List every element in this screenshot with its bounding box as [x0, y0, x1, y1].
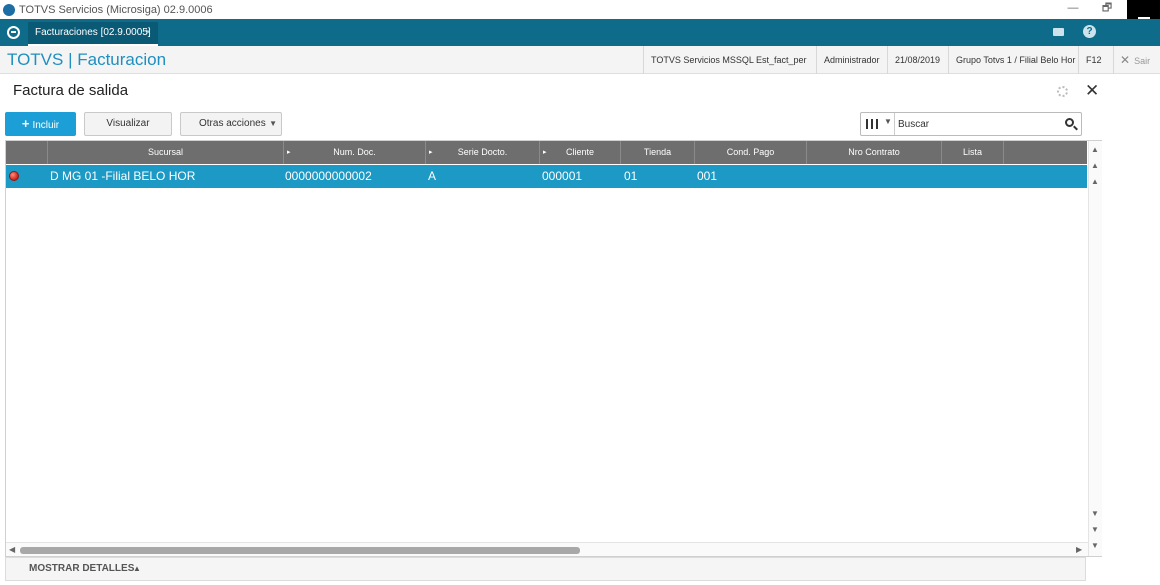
table-row[interactable]: D MG 01 -Filial BELO HOR 0000000000002 A…: [6, 165, 1087, 188]
column-label: Serie Docto.: [457, 147, 508, 157]
status-red-icon: [9, 171, 19, 181]
cell-tienda: 01: [624, 169, 638, 183]
column-header-tienda[interactable]: Tienda: [621, 141, 695, 164]
help-icon[interactable]: ?: [1083, 25, 1096, 38]
column-label: Sucursal: [147, 147, 183, 157]
plus-icon: +: [21, 116, 30, 131]
column-label: Cond. Pago: [726, 147, 775, 157]
cell-cond-pago: 001: [697, 169, 718, 183]
minimize-button[interactable]: —: [1060, 0, 1086, 19]
page-title: Factura de salida: [13, 82, 129, 99]
chevron-down-icon[interactable]: ▼: [884, 117, 892, 126]
more-actions-button[interactable]: Otras acciones ▼: [180, 112, 282, 136]
horizontal-scrollbar[interactable]: ◀ ▶: [6, 542, 1088, 556]
divider: [894, 113, 895, 135]
sort-icon: ▸: [543, 149, 547, 156]
home-icon[interactable]: [7, 26, 20, 39]
grid-header: Sucursal ▸ Num. Doc. ▸ Serie Docto. ▸ Clien…: [6, 141, 1087, 164]
more-actions-label: Otras acciones: [199, 118, 266, 129]
scroll-bottom-icon[interactable]: ▼: [1091, 541, 1099, 550]
window-title: TOTVS Servicios (Microsiga) 02.9.0006: [19, 3, 213, 16]
column-label: Nro Contrato: [848, 147, 900, 157]
scroll-down-icon[interactable]: ▼: [1091, 509, 1099, 518]
column-label: Tienda: [643, 147, 672, 157]
environment-info: TOTVS Servicios MSSQL Est_fact_per: [643, 46, 814, 74]
app-header: TOTVS | Facturacion TOTVS Servicios MSSQ…: [0, 46, 1160, 74]
window-titlebar: TOTVS Servicios (Microsiga) 02.9.0006 — …: [0, 0, 1160, 34]
gear-icon[interactable]: [1057, 86, 1068, 97]
column-header-status: [6, 141, 48, 164]
tab-label: Facturaciones [02.9.0005]: [35, 27, 151, 38]
show-details-button[interactable]: MOSTRAR DETALLES: [29, 558, 134, 580]
scroll-page-down-icon[interactable]: ▼: [1091, 525, 1099, 534]
column-header-cond-pago[interactable]: Cond. Pago: [695, 141, 807, 164]
include-label: Incluir: [32, 120, 60, 131]
branch-info[interactable]: Grupo Totvs 1 / Filial Belo Hor: [948, 46, 1082, 74]
include-button[interactable]: + Incluir: [5, 112, 76, 136]
details-footer[interactable]: MOSTRAR DETALLES ▲: [5, 557, 1086, 581]
invoice-grid: Sucursal ▸ Num. Doc. ▸ Serie Docto. ▸ Clien…: [5, 140, 1102, 557]
close-icon[interactable]: ✕: [1085, 81, 1099, 101]
exit-label: Sair: [1134, 56, 1151, 66]
column-header-sucursal[interactable]: Sucursal: [48, 141, 284, 164]
shortcut-f12[interactable]: F12: [1078, 46, 1109, 74]
date-info: 21/08/2019: [887, 46, 947, 74]
cell-cliente: 000001: [542, 169, 583, 183]
scroll-left-icon[interactable]: ◀: [9, 545, 15, 554]
chevron-down-icon: ▼: [269, 119, 277, 128]
cell-serie: A: [428, 169, 437, 183]
column-header-cliente[interactable]: ▸ Cliente: [540, 141, 621, 164]
chevron-up-icon[interactable]: ▲: [133, 558, 141, 580]
tab-close-icon[interactable]: ×: [145, 22, 151, 44]
vertical-scrollbar[interactable]: ▲ ▲ ▲ ▼ ▼ ▼: [1088, 141, 1102, 556]
scroll-top-icon[interactable]: ▲: [1091, 145, 1099, 154]
column-header-serie[interactable]: ▸ Serie Docto.: [426, 141, 540, 164]
tab-bar: Facturaciones [02.9.0005] × ?: [0, 19, 1160, 46]
columns-icon[interactable]: [866, 119, 878, 129]
column-header-nro-contrato[interactable]: Nro Contrato: [807, 141, 942, 164]
column-label: Lista: [962, 147, 982, 157]
restore-button[interactable]: 🗗: [1094, 0, 1120, 19]
sort-icon: ▸: [429, 149, 433, 156]
exit-button[interactable]: ✕ Sair: [1113, 46, 1150, 74]
column-header-num-doc[interactable]: ▸ Num. Doc.: [284, 141, 426, 164]
module-title: TOTVS | Facturacion: [7, 50, 167, 69]
sort-icon: ▸: [287, 149, 291, 156]
exit-icon: ✕: [1120, 53, 1131, 67]
tab-facturaciones[interactable]: Facturaciones [02.9.0005] ×: [28, 22, 158, 46]
user-info: Administrador: [816, 46, 887, 74]
scroll-right-icon[interactable]: ▶: [1076, 545, 1082, 554]
search-input[interactable]: [898, 116, 1058, 132]
totvs-app-icon: [3, 3, 15, 16]
mail-icon[interactable]: [1053, 28, 1064, 36]
column-label: Num. Doc.: [333, 147, 376, 157]
scroll-up-icon[interactable]: ▲: [1091, 177, 1099, 186]
column-header-lista[interactable]: Lista: [942, 141, 1004, 164]
cell-sucursal: D MG 01 -Filial BELO HOR: [50, 169, 196, 183]
column-label: Cliente: [565, 147, 594, 157]
view-button[interactable]: Visualizar: [84, 112, 172, 136]
cell-num-doc: 0000000000002: [285, 169, 372, 183]
search-box: ▼: [860, 112, 1082, 136]
scrollbar-thumb[interactable]: [20, 547, 580, 554]
scroll-page-up-icon[interactable]: ▲: [1091, 161, 1099, 170]
search-icon[interactable]: [1065, 118, 1074, 127]
